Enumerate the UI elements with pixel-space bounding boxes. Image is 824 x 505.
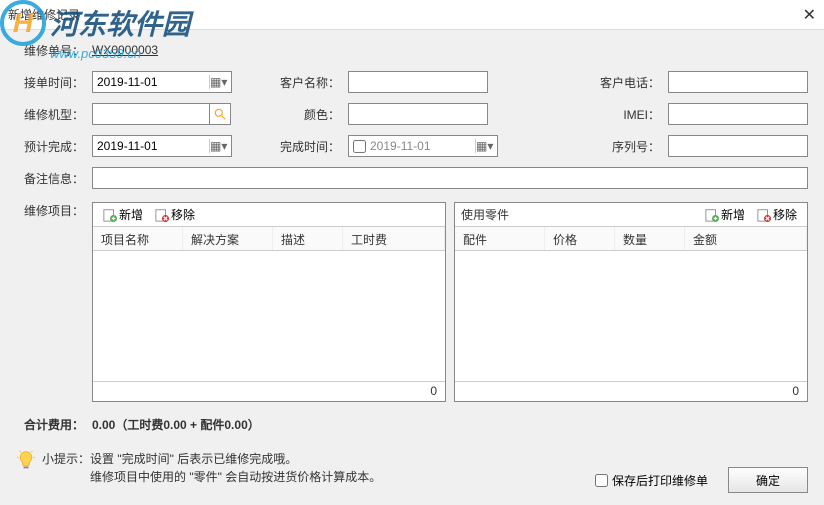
print-checkbox-wrap[interactable]: 保存后打印维修单 bbox=[595, 472, 708, 489]
parts-footer: 0 bbox=[455, 381, 807, 401]
tip-prefix: 小提示： bbox=[42, 452, 90, 466]
color-label: 颜色： bbox=[272, 106, 348, 123]
calendar-icon[interactable]: ▦▾ bbox=[209, 139, 227, 153]
items-label: 维修项目： bbox=[16, 198, 92, 219]
window-title: 新增维修记录 bbox=[8, 6, 80, 23]
receive-time-value: 2019-11-01 bbox=[97, 75, 158, 89]
done-time-checkbox[interactable] bbox=[353, 140, 366, 153]
col-solution: 解决方案 bbox=[183, 227, 273, 250]
note-input[interactable] bbox=[92, 167, 808, 189]
col-item-name: 项目名称 bbox=[93, 227, 183, 250]
customer-name-input[interactable] bbox=[348, 71, 488, 93]
receive-time-label: 接单时间： bbox=[16, 74, 92, 91]
col-qty: 数量 bbox=[615, 227, 685, 250]
parts-title: 使用零件 bbox=[461, 206, 509, 223]
col-price: 价格 bbox=[545, 227, 615, 250]
add-part-button[interactable]: 新增 bbox=[701, 205, 749, 225]
items-table-body[interactable] bbox=[93, 251, 445, 381]
titlebar: 新增维修记录 ✕ bbox=[0, 0, 824, 30]
repair-model-input[interactable] bbox=[92, 103, 210, 125]
search-model-button[interactable] bbox=[209, 103, 231, 125]
items-table-header: 项目名称 解决方案 描述 工时费 bbox=[93, 227, 445, 251]
customer-name-label: 客户名称： bbox=[272, 74, 348, 91]
print-checkbox-label: 保存后打印维修单 bbox=[612, 472, 708, 489]
items-footer: 0 bbox=[93, 381, 445, 401]
expect-done-input[interactable]: 2019-11-01 ▦▾ bbox=[92, 135, 232, 157]
lightbulb-icon bbox=[16, 450, 36, 470]
repair-model-label: 维修机型： bbox=[16, 106, 92, 123]
order-value: WX0000003 bbox=[92, 43, 158, 57]
note-label: 备注信息： bbox=[16, 170, 92, 187]
parts-panel: 使用零件 新增 移除 配件 价格 数量 金额 bbox=[454, 202, 808, 402]
customer-phone-input[interactable] bbox=[668, 71, 808, 93]
imei-input[interactable] bbox=[668, 103, 808, 125]
remove-icon bbox=[757, 208, 771, 222]
add-item-button[interactable]: 新增 bbox=[99, 205, 147, 225]
col-amount: 金额 bbox=[685, 227, 807, 250]
done-time-input[interactable]: 2019-11-01 ▦▾ bbox=[348, 135, 498, 157]
remove-icon bbox=[155, 208, 169, 222]
done-time-label: 完成时间： bbox=[272, 138, 348, 155]
parts-table-body[interactable] bbox=[455, 251, 807, 381]
col-desc: 描述 bbox=[273, 227, 343, 250]
order-label: 维修单号： bbox=[16, 42, 92, 59]
print-checkbox[interactable] bbox=[595, 474, 608, 487]
serial-label: 序列号： bbox=[592, 138, 668, 155]
imei-label: IMEI： bbox=[592, 106, 668, 123]
add-item-label: 新增 bbox=[119, 206, 143, 223]
calendar-icon[interactable]: ▦▾ bbox=[475, 139, 493, 153]
ok-button[interactable]: 确定 bbox=[728, 467, 808, 493]
done-time-value: 2019-11-01 bbox=[370, 139, 431, 153]
customer-phone-label: 客户电话： bbox=[592, 74, 668, 91]
magnifier-icon bbox=[213, 107, 227, 121]
tip-line1: 设置 "完成时间" 后表示已维修完成哦。 bbox=[90, 452, 297, 466]
repair-items-panel: 新增 移除 项目名称 解决方案 描述 工时费 0 bbox=[92, 202, 446, 402]
parts-table-header: 配件 价格 数量 金额 bbox=[455, 227, 807, 251]
total-value: 0.00（工时费0.00 + 配件0.00） bbox=[92, 416, 260, 433]
color-input[interactable] bbox=[348, 103, 488, 125]
serial-input[interactable] bbox=[668, 135, 808, 157]
add-part-label: 新增 bbox=[721, 206, 745, 223]
remove-item-button[interactable]: 移除 bbox=[151, 205, 199, 225]
expect-done-value: 2019-11-01 bbox=[97, 139, 158, 153]
tip-text: 小提示：设置 "完成时间" 后表示已维修完成哦。 小提示：维修项目中使用的 "零… bbox=[42, 450, 381, 486]
calendar-icon[interactable]: ▦▾ bbox=[209, 75, 227, 89]
add-icon bbox=[705, 208, 719, 222]
close-icon[interactable]: ✕ bbox=[803, 5, 816, 25]
add-icon bbox=[103, 208, 117, 222]
total-label: 合计费用： bbox=[16, 416, 92, 433]
expect-done-label: 预计完成： bbox=[16, 138, 92, 155]
receive-time-input[interactable]: 2019-11-01 ▦▾ bbox=[92, 71, 232, 93]
col-part: 配件 bbox=[455, 227, 545, 250]
col-labor-fee: 工时费 bbox=[343, 227, 445, 250]
remove-item-label: 移除 bbox=[171, 206, 195, 223]
tip-line2: 维修项目中使用的 "零件" 会自动按进货价格计算成本。 bbox=[90, 470, 381, 484]
remove-part-label: 移除 bbox=[773, 206, 797, 223]
remove-part-button[interactable]: 移除 bbox=[753, 205, 801, 225]
